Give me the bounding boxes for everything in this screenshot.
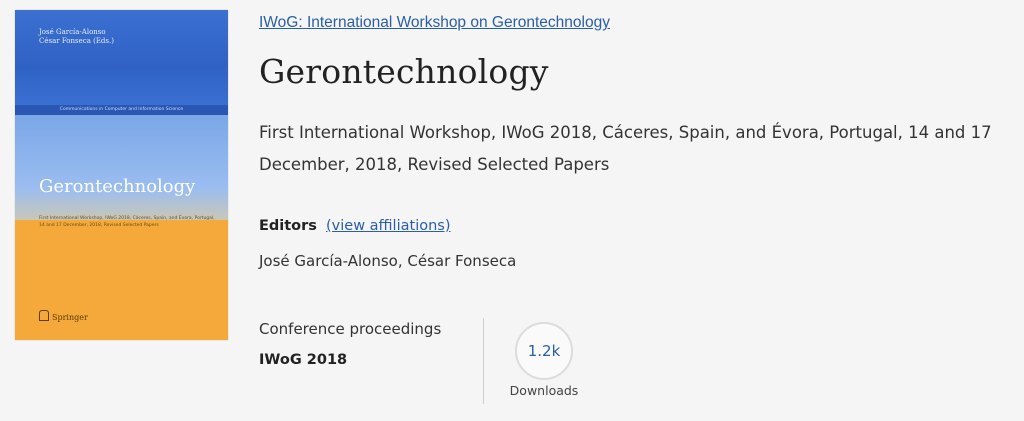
book-cover-image[interactable]: José García-Alonso César Fonseca (Eds.) … (15, 10, 228, 340)
metrics-divider (483, 318, 484, 404)
editors-names: José García-Alonso, César Fonseca (259, 252, 517, 270)
cover-publisher-name: Springer (52, 313, 88, 322)
cover-top-band (15, 10, 228, 105)
cover-title: Gerontechnology (39, 176, 196, 197)
page-title: Gerontechnology (259, 52, 549, 91)
workshop-series-link[interactable]: IWoG: International Workshop on Gerontec… (259, 14, 610, 32)
springer-logo-icon (39, 310, 49, 321)
book-subtitle: First International Workshop, IWoG 2018,… (259, 123, 992, 174)
cover-author-1: José García-Alonso (39, 28, 106, 36)
conference-acronym: IWoG 2018 (259, 352, 348, 368)
downloads-count-badge: 1.2k (515, 322, 573, 380)
cover-series-label: Communications in Computer and Informati… (15, 105, 228, 115)
cover-middle-band (15, 115, 228, 220)
cover-subtitle: First International Workshop, IWoG 2018,… (39, 216, 215, 228)
view-affiliations-link[interactable]: (view affiliations) (326, 218, 451, 234)
downloads-label: Downloads (509, 383, 579, 398)
cover-publisher: Springer (39, 310, 88, 322)
cover-author-2: César Fonseca (Eds.) (39, 37, 114, 45)
editors-label: Editors (259, 218, 317, 234)
cover-authors: José García-Alonso César Fonseca (Eds.) (39, 28, 114, 46)
editors-heading: Editors (view affiliations) (259, 218, 451, 234)
book-page: José García-Alonso César Fonseca (Eds.) … (0, 0, 1024, 421)
content-type-label: Conference proceedings (259, 320, 442, 338)
